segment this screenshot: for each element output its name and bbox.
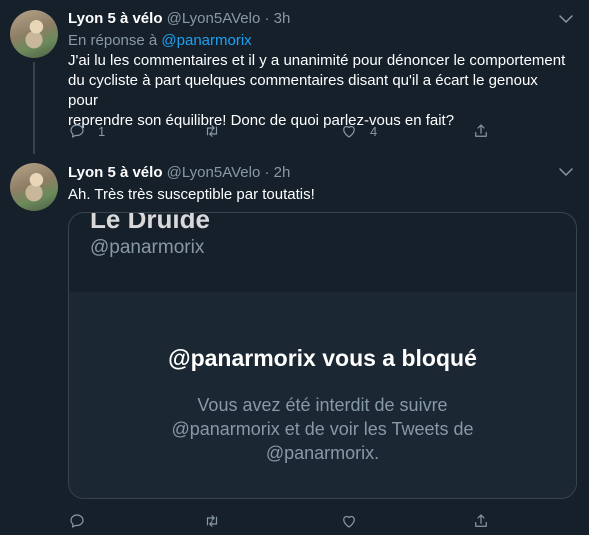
user-handle[interactable]: @Lyon5AVelo [167,164,261,181]
like-icon [343,515,355,528]
reply-prefix: En réponse à [68,32,158,49]
avatar[interactable] [10,163,58,211]
blocked-description: Vous avez été interdit de suivre @panarm… [69,393,576,465]
share-icon [475,124,487,137]
reply-button[interactable] [68,511,98,531]
share-icon [475,514,487,527]
like-button[interactable]: 4 [340,121,377,141]
like-button[interactable] [340,511,370,531]
user-handle[interactable]: @Lyon5AVelo [167,10,261,27]
blocked-notice: @panarmorix vous a bloqué Vous avez été … [69,292,576,498]
retweet-icon [206,515,218,527]
timestamp[interactable]: 2h [274,164,291,181]
reply-icon [70,124,84,138]
quoted-display-name: Le Druide [90,212,210,234]
thread-connector [33,62,35,154]
timestamp[interactable]: 3h [274,10,291,27]
blocked-description-line: Vous avez été interdit de suivre [197,395,448,415]
blocked-quote-card[interactable]: Le Druide @panarmorix @panarmorix vous a… [68,212,577,499]
like-icon [343,125,355,138]
quoted-user-handle: @panarmorix [90,237,205,258]
share-button[interactable] [472,511,490,531]
caret-down-icon[interactable] [557,10,575,28]
tweet-header: Lyon 5 à vélo @Lyon5AVelo · 2h [68,163,290,183]
avatar[interactable] [10,10,58,58]
share-button[interactable] [472,121,490,141]
display-name[interactable]: Lyon 5 à vélo [68,10,162,27]
blocked-title: @panarmorix vous a bloqué [168,345,477,371]
header-separator: · [264,164,270,181]
blocked-description-line: @panarmorix. [265,443,380,463]
retweet-button[interactable] [203,511,233,531]
tweet-actions [68,511,498,531]
like-count: 4 [370,123,378,139]
tweet-text-line: du cycliste à part quelques commentaires… [68,72,538,109]
tweet-text-line: J'ai lu les commentaires et il y a unani… [68,52,566,69]
caret-down-icon[interactable] [557,163,575,181]
retweet-icon [206,125,218,137]
reply-count: 1 [98,123,106,139]
tweet-header: Lyon 5 à vélo @Lyon5AVelo · 3h [68,9,290,29]
reply-mention-link[interactable]: @panarmorix [161,32,251,49]
reply-button[interactable]: 1 [68,121,105,141]
display-name[interactable]: Lyon 5 à vélo [68,164,162,181]
tweet-actions: 1 4 [68,121,498,141]
tweet-1[interactable]: Lyon 5 à vélo @Lyon5AVelo · 3h En répons… [0,0,589,154]
tweet-text: Ah. Très très susceptible par toutatis! [68,186,315,203]
reply-icon [70,514,84,528]
tweet-text: J'ai lu les commentaires et il y a unani… [68,51,568,131]
retweet-button[interactable] [203,121,233,141]
reply-context: En réponse à @panarmorix [68,31,252,51]
blocked-description-line: @panarmorix et de voir les Tweets de [171,419,474,439]
header-separator: · [264,10,270,27]
